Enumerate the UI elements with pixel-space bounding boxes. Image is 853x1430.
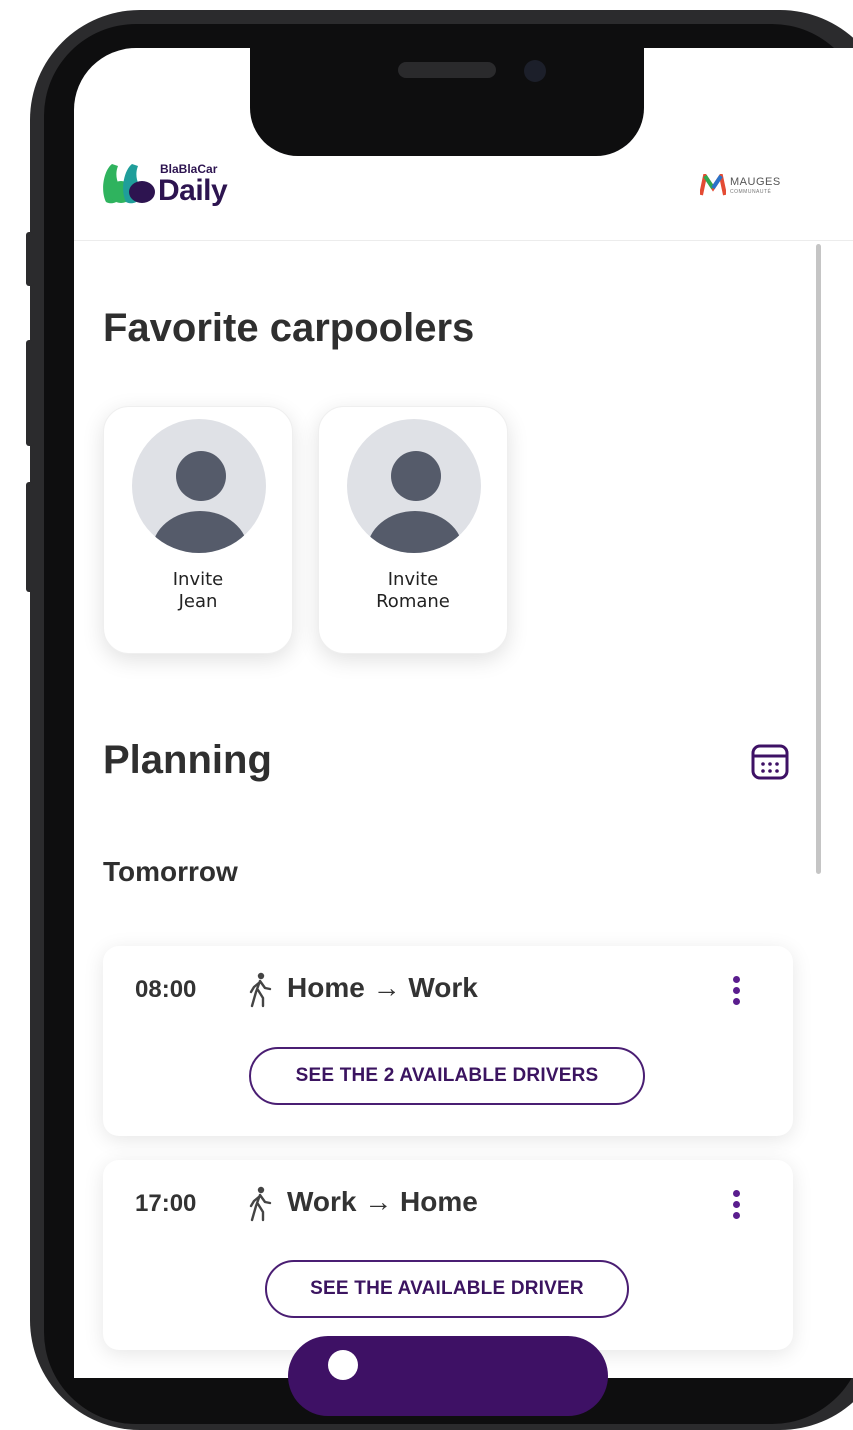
more-options-icon[interactable] (733, 1190, 740, 1223)
logo-product-text: Daily (158, 174, 228, 207)
trip-time: 17:00 (135, 1190, 197, 1217)
partner-subtitle: COMMUNAUTÉ (730, 189, 772, 195)
phone-volume-up (26, 340, 34, 446)
mauges-logo-icon[interactable] (700, 174, 726, 196)
phone-camera (524, 60, 546, 82)
see-available-driver-button[interactable]: SEE THE AVAILABLE DRIVER (265, 1260, 629, 1318)
trip-route: Home → Work (287, 972, 478, 1003)
phone-volume-down (26, 482, 34, 592)
app-header: BlaBlaCar Daily MAUGES COMMUNAUTÉ (74, 140, 853, 241)
avatar-placeholder-icon (132, 419, 266, 553)
trip-route: Work → Home (287, 1186, 478, 1217)
planning-day-heading: Tomorrow (103, 856, 238, 887)
carpooler-card-romane[interactable]: Invite Romane (318, 406, 508, 654)
walking-person-icon (249, 972, 272, 1008)
search-icon (328, 1350, 358, 1380)
carpooler-label: Invite Jean (172, 569, 224, 612)
favorites-title: Favorite carpoolers (103, 306, 475, 350)
walking-person-icon (249, 1186, 272, 1222)
trip-card-evening: 17:00 Work → Home SEE THE AVAILABLE DRIV… (103, 1160, 793, 1350)
floating-action-button[interactable] (288, 1336, 608, 1416)
phone-speaker (398, 62, 496, 78)
trip-card-morning: 08:00 Home → Work SEE THE 2 AVAILABLE DR… (103, 946, 793, 1136)
see-available-drivers-button[interactable]: SEE THE 2 AVAILABLE DRIVERS (249, 1047, 645, 1105)
trip-time: 08:00 (135, 976, 197, 1003)
phone-mute-switch (26, 232, 34, 286)
more-options-icon[interactable] (733, 976, 740, 1009)
blablacar-logo-icon[interactable] (102, 162, 158, 204)
partner-name: MAUGES (730, 176, 781, 188)
carpooler-label: Invite Romane (376, 569, 450, 612)
planning-title: Planning (103, 738, 272, 782)
calendar-icon[interactable] (751, 744, 789, 780)
avatar-placeholder-icon (347, 419, 481, 553)
carpooler-card-jean[interactable]: Invite Jean (103, 406, 293, 654)
scrollbar[interactable] (816, 244, 821, 874)
